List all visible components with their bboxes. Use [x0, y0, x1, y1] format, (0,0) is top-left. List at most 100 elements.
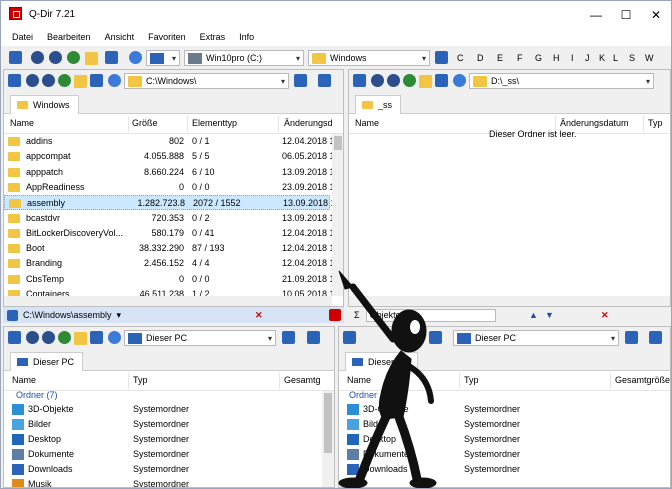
forward-icon[interactable]: [42, 74, 55, 87]
back-icon[interactable]: [26, 331, 39, 344]
up-arrow-icon[interactable]: ▲: [529, 310, 538, 320]
monitor-icon[interactable]: [625, 331, 638, 344]
col-name[interactable]: Name: [10, 118, 34, 128]
refresh-icon[interactable]: [453, 74, 466, 87]
group-header[interactable]: Ordner (7): [16, 390, 58, 400]
forward-icon[interactable]: [387, 74, 400, 87]
col-total[interactable]: Gesamtg: [284, 375, 321, 385]
drive-l[interactable]: L: [613, 53, 618, 63]
drive-combo[interactable]: Win10pro (C:) ▾: [184, 50, 304, 66]
col-divider[interactable]: [459, 373, 460, 389]
list-item[interactable]: Downloads Systemordner: [4, 462, 320, 477]
monitor-icon-2[interactable]: [649, 331, 662, 344]
list-item[interactable]: Dokumente Systemordner: [4, 447, 320, 462]
folder-combo[interactable]: Windows ▾: [308, 50, 430, 66]
col-name[interactable]: Name: [12, 375, 36, 385]
list-item[interactable]: Musik Systemordner: [4, 477, 320, 487]
drive-k[interactable]: K: [599, 53, 605, 63]
path-combo[interactable]: D:\_ss\ ▾: [469, 73, 654, 89]
monitor-icon[interactable]: [282, 331, 295, 344]
col-type[interactable]: Elementtyp: [192, 118, 237, 128]
refresh-icon[interactable]: [108, 331, 121, 344]
minimize-button[interactable]: —: [581, 1, 611, 28]
menu-bearbeiten[interactable]: Bearbeiten: [40, 32, 98, 42]
up-icon[interactable]: [67, 51, 80, 64]
col-divider[interactable]: [187, 116, 188, 132]
back-icon[interactable]: [26, 74, 39, 87]
back-icon[interactable]: [31, 51, 44, 64]
col-name[interactable]: Name: [355, 118, 379, 128]
col-divider[interactable]: [643, 116, 644, 132]
table-row[interactable]: AppReadiness 0 0 / 0 23.09.2018 1: [4, 180, 332, 195]
drive-d[interactable]: D: [477, 53, 484, 63]
menu-favoriten[interactable]: Favoriten: [141, 32, 193, 42]
monitor-icon[interactable]: [294, 74, 307, 87]
folder-icon[interactable]: [74, 75, 87, 88]
col-type[interactable]: Typ: [648, 118, 663, 128]
table-row[interactable]: Branding 2.456.152 4 / 4 12.04.2018 1: [4, 256, 332, 271]
drive-w[interactable]: W: [645, 53, 654, 63]
drive-c[interactable]: C: [457, 53, 464, 63]
back-icon[interactable]: [371, 74, 384, 87]
path-combo[interactable]: Dieser PC ▾: [124, 330, 276, 346]
drive-i[interactable]: I: [571, 53, 574, 63]
drive-h[interactable]: H: [553, 53, 560, 63]
table-row[interactable]: addins 802 0 / 1 12.04.2018 1: [4, 134, 332, 149]
path-combo[interactable]: C:\Windows\ ▾: [124, 73, 289, 89]
menu-datei[interactable]: Datei: [5, 32, 40, 42]
col-type[interactable]: Typ: [133, 375, 148, 385]
path-combo[interactable]: Dieser PC ▾: [453, 330, 619, 346]
table-row[interactable]: BitLockerDiscoveryVol... 580.179 0 / 41 12.…: [4, 226, 332, 241]
drive-e[interactable]: E: [497, 53, 503, 63]
layout-icon[interactable]: [8, 74, 21, 87]
forward-icon[interactable]: [42, 331, 55, 344]
drive-g[interactable]: G: [535, 53, 542, 63]
list-item[interactable]: 3D-Objekte Systemordner: [4, 402, 320, 417]
view-icon[interactable]: [90, 331, 103, 344]
col-divider[interactable]: [279, 373, 280, 389]
table-row[interactable]: CbsTemp 0 0 / 0 21.09.2018 1: [4, 272, 332, 287]
table-row[interactable]: appcompat 4.055.888 5 / 5 06.05.2018 1: [4, 149, 332, 164]
table-row[interactable]: bcastdvr 720.353 0 / 2 13.09.2018 1: [4, 211, 332, 226]
folder-icon[interactable]: [419, 75, 432, 88]
monitor-icon-2[interactable]: [318, 74, 331, 87]
col-total[interactable]: Gesamtgröße: [615, 375, 670, 385]
forward-icon[interactable]: [49, 51, 62, 64]
col-divider[interactable]: [128, 373, 129, 389]
menu-info[interactable]: Info: [232, 32, 261, 42]
tab-windows[interactable]: Windows: [10, 95, 79, 114]
col-divider[interactable]: [278, 116, 279, 132]
view-icon[interactable]: [90, 74, 103, 87]
up-icon[interactable]: [58, 331, 71, 344]
view-icon[interactable]: [435, 74, 448, 87]
view-icon[interactable]: [105, 51, 118, 64]
horizontal-scrollbar[interactable]: [4, 296, 332, 306]
refresh-icon[interactable]: [129, 51, 142, 64]
monitor-combo[interactable]: ▾: [146, 50, 180, 66]
table-row[interactable]: apppatch 8.660.224 6 / 10 13.09.2018 1: [4, 165, 332, 180]
col-divider[interactable]: [128, 116, 129, 132]
menu-ansicht[interactable]: Ansicht: [98, 32, 142, 42]
refresh-icon[interactable]: [108, 74, 121, 87]
col-divider[interactable]: [610, 373, 611, 389]
drive-s[interactable]: S: [629, 53, 635, 63]
col-size[interactable]: Größe: [132, 118, 158, 128]
down-arrow-icon[interactable]: ▼: [545, 310, 554, 320]
drive-f[interactable]: F: [517, 53, 523, 63]
folder-icon[interactable]: [74, 332, 87, 345]
layout-icon[interactable]: [353, 74, 366, 87]
drive-j[interactable]: J: [585, 53, 590, 63]
up-icon[interactable]: [403, 74, 416, 87]
delete-icon[interactable]: ✕: [601, 310, 609, 321]
chevron-down-icon[interactable]: ▾: [117, 310, 122, 321]
tab-dieser-pc[interactable]: Dieser PC: [10, 352, 84, 371]
delete-icon[interactable]: ✕: [255, 310, 263, 321]
menu-extras[interactable]: Extras: [193, 32, 233, 42]
tab-ss[interactable]: _ss: [355, 95, 402, 114]
layout-icon[interactable]: [8, 331, 21, 344]
col-date[interactable]: Änderungsdatum: [560, 118, 629, 128]
close-button[interactable]: ✕: [641, 1, 671, 28]
maximize-button[interactable]: ☐: [611, 1, 641, 28]
list-item[interactable]: Bilder Systemordner: [4, 417, 320, 432]
col-type[interactable]: Typ: [464, 375, 479, 385]
